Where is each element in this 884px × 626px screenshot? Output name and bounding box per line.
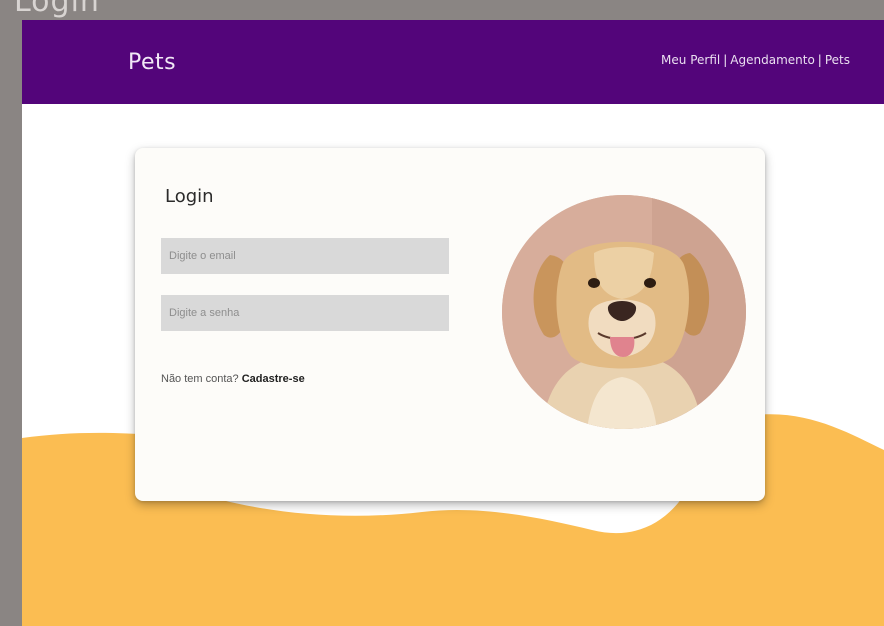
signup-link[interactable]: Cadastre-se	[242, 373, 305, 385]
dog-eye-left	[588, 278, 600, 288]
dog-photo	[502, 195, 746, 429]
signup-prompt: Não tem conta?	[161, 373, 239, 385]
dog-eye-right	[644, 278, 656, 288]
page-frame: Pets Meu Perfil|Agendamento|Pets Login N…	[22, 20, 884, 626]
email-field[interactable]	[161, 238, 449, 274]
password-field[interactable]	[161, 295, 449, 331]
signup-row: Não tem conta? Cadastre-se	[161, 373, 305, 385]
dog-illustration	[502, 195, 746, 429]
login-card: Login Não tem conta? Cadastre-se	[135, 148, 765, 501]
login-title: Login	[165, 186, 214, 207]
window-title: Login	[14, 0, 100, 19]
